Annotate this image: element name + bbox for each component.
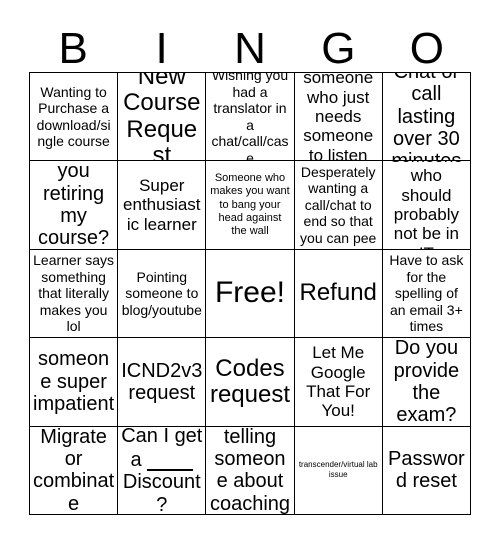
bingo-cell[interactable]: Someone who should probably not be in IT [382,161,471,250]
bingo-cell-text: telling someone about coaching [209,426,291,515]
bingo-cell-text: Migrate or combinate [33,426,115,515]
bingo-cell[interactable]: Someone who makes you want to bang your … [206,161,295,250]
bingo-cell-text: Wishing you had a translator in a chat/c… [211,73,289,162]
bingo-card: B I N G O Wanting to Purchase a download… [0,0,500,544]
bingo-cell-text: Free! [214,276,285,310]
bingo-cell-text: Chat or call lasting over 30 minutes [391,73,462,162]
bingo-cell[interactable]: Why are you retiring my course??! [30,161,119,250]
bingo-cell-text: Can I get a Discount? [121,426,203,515]
bingo-cell[interactable]: Can I get a Discount? [118,426,207,515]
bingo-cell[interactable]: Do you provide the exam? [382,338,471,427]
bingo-cell[interactable]: Refund [294,249,383,339]
bingo-header-letter-b: B [58,24,88,73]
bingo-cell[interactable]: New Course Request [118,73,207,162]
bingo-cell[interactable]: transcender/virtual lab issue [294,426,383,515]
bingo-cell[interactable]: Super enthusiastic learner [118,161,207,250]
bingo-cell-text: Refund [299,279,377,307]
bingo-cell-text: someone who just needs someone to listen [303,73,374,162]
bingo-cell[interactable]: Password reset [382,426,471,515]
bingo-grid: Wanting to Purchase a download/single co… [29,72,471,515]
bingo-cell-text: Someone who should probably not be in IT [390,161,463,248]
bingo-cell[interactable]: Codes request [206,338,295,427]
bingo-cell-text: transcender/virtual lab issue [298,460,378,480]
bingo-header-letter-g: G [321,24,356,73]
bingo-cell-text: Password reset [388,447,465,493]
bingo-free-space-cell[interactable]: Free! [206,249,295,339]
bingo-cell-text: Learner says something that literally ma… [33,252,115,335]
bingo-cell-text: Pointing someone to blog/youtube [121,268,202,318]
bingo-header-letter-n: N [234,24,266,73]
bingo-header-row: B I N G O [29,18,471,72]
blank-underline [147,447,194,472]
bingo-cell-text: Someone who makes you want to bang your … [210,172,290,237]
bingo-cell[interactable]: Migrate or combinate [30,426,119,515]
bingo-cell-text: Why are you retiring my course??! [38,161,110,250]
bingo-cell-text: Codes request [209,354,291,408]
bingo-cell[interactable]: telling someone about coaching [206,426,295,515]
bingo-cell[interactable]: Wanting to Purchase a download/single co… [30,73,119,162]
bingo-cell-text: Do you provide the exam? [393,338,460,427]
bingo-header-letter-o: O [409,24,444,73]
bingo-cell[interactable]: someone super impatient [30,338,119,427]
bingo-cell[interactable]: Wishing you had a translator in a chat/c… [206,73,295,162]
bingo-cell-text: Super enthusiastic learner [123,176,201,234]
bingo-cell[interactable]: Let Me Google That For You! [294,338,383,427]
bingo-cell[interactable]: Desperately wanting a call/chat to end s… [294,161,383,250]
bingo-cell[interactable]: Learner says something that literally ma… [30,249,119,339]
bingo-cell-text: Desperately wanting a call/chat to end s… [300,163,377,246]
bingo-cell[interactable]: someone who just needs someone to listen [294,73,383,162]
bingo-cell-text: Wanting to Purchase a download/single co… [36,83,111,150]
bingo-header-letter-i: I [155,24,168,73]
bingo-cell[interactable]: Pointing someone to blog/youtube [118,249,207,339]
bingo-cell-text: someone super impatient [33,348,115,416]
bingo-cell-text: ICND2v3 request [121,359,203,404]
bingo-cell-text: Have to ask for the spelling of an email… [389,252,464,335]
bingo-cell-text: Let Me Google That For You! [306,343,371,421]
bingo-cell[interactable]: Chat or call lasting over 30 minutes [382,73,471,162]
bingo-cell[interactable]: Have to ask for the spelling of an email… [382,249,471,339]
bingo-cell-text: New Course Request [123,73,201,162]
bingo-cell[interactable]: ICND2v3 request [118,338,207,427]
